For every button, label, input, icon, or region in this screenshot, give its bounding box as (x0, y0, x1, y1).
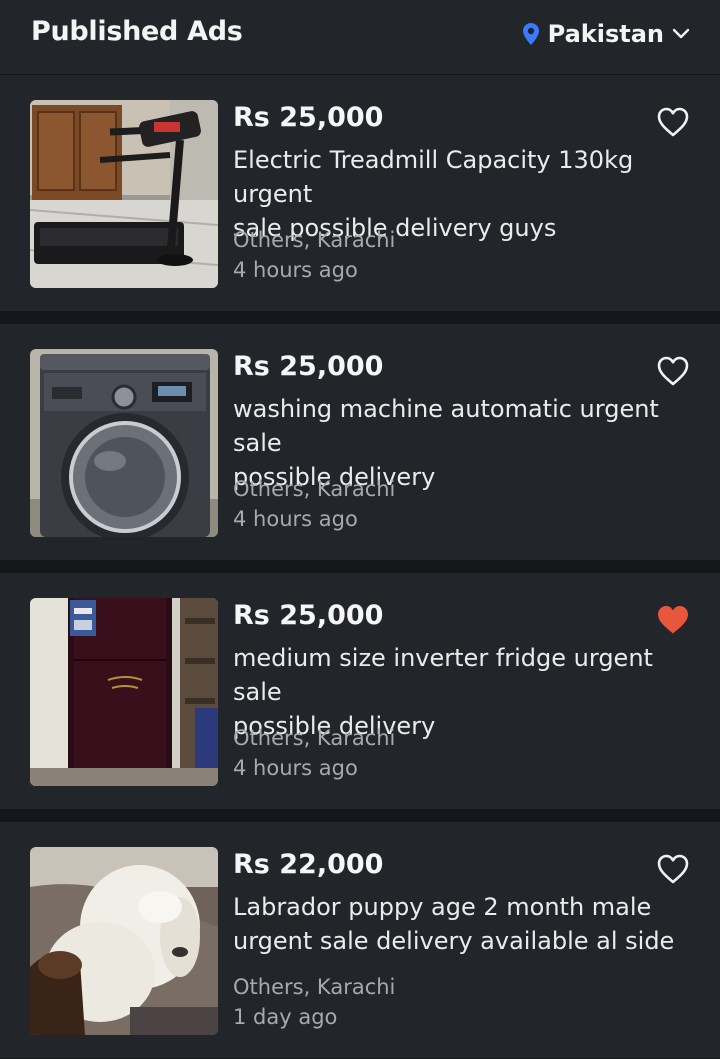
heart-icon[interactable] (656, 106, 690, 138)
heart-icon[interactable] (656, 355, 690, 387)
ad-price: Rs 22,000 (233, 849, 384, 880)
chevron-down-icon (672, 28, 690, 40)
heart-icon[interactable] (656, 853, 690, 885)
ad-location: Others, Karachi (233, 975, 396, 999)
ad-time: 4 hours ago (233, 258, 358, 282)
ad-location: Others, Karachi (233, 228, 396, 252)
ad-time: 1 day ago (233, 1005, 338, 1029)
ad-card-washing-machine[interactable]: Rs 25,000 washing machine automatic urge… (0, 324, 720, 560)
ad-time: 4 hours ago (233, 507, 358, 531)
ad-image-treadmill[interactable] (30, 100, 218, 288)
location-pin-icon (522, 22, 540, 46)
ad-card-puppy[interactable]: Rs 22,000 Labrador puppy age 2 month mal… (0, 822, 720, 1058)
ad-time: 4 hours ago (233, 756, 358, 780)
ad-title[interactable]: Labrador puppy age 2 month male urgent s… (233, 890, 703, 958)
ad-image-puppy[interactable] (30, 847, 218, 1035)
page-title: Published Ads (31, 16, 243, 47)
heart-filled-icon[interactable] (656, 604, 690, 636)
ad-location: Others, Karachi (233, 477, 396, 501)
ad-location: Others, Karachi (233, 726, 396, 750)
ad-price: Rs 25,000 (233, 600, 384, 631)
ad-image-washing-machine[interactable] (30, 349, 218, 537)
ad-price: Rs 25,000 (233, 102, 384, 133)
ad-card-fridge[interactable]: Rs 25,000 medium size inverter fridge ur… (0, 573, 720, 809)
location-label: Pakistan (547, 20, 664, 48)
ad-price: Rs 25,000 (233, 351, 384, 382)
location-selector[interactable]: Pakistan (522, 18, 690, 50)
ad-card-treadmill[interactable]: Rs 25,000 Electric Treadmill Capacity 13… (0, 75, 720, 311)
top-bar: Published Ads Pakistan (0, 0, 720, 74)
ad-image-fridge[interactable] (30, 598, 218, 786)
